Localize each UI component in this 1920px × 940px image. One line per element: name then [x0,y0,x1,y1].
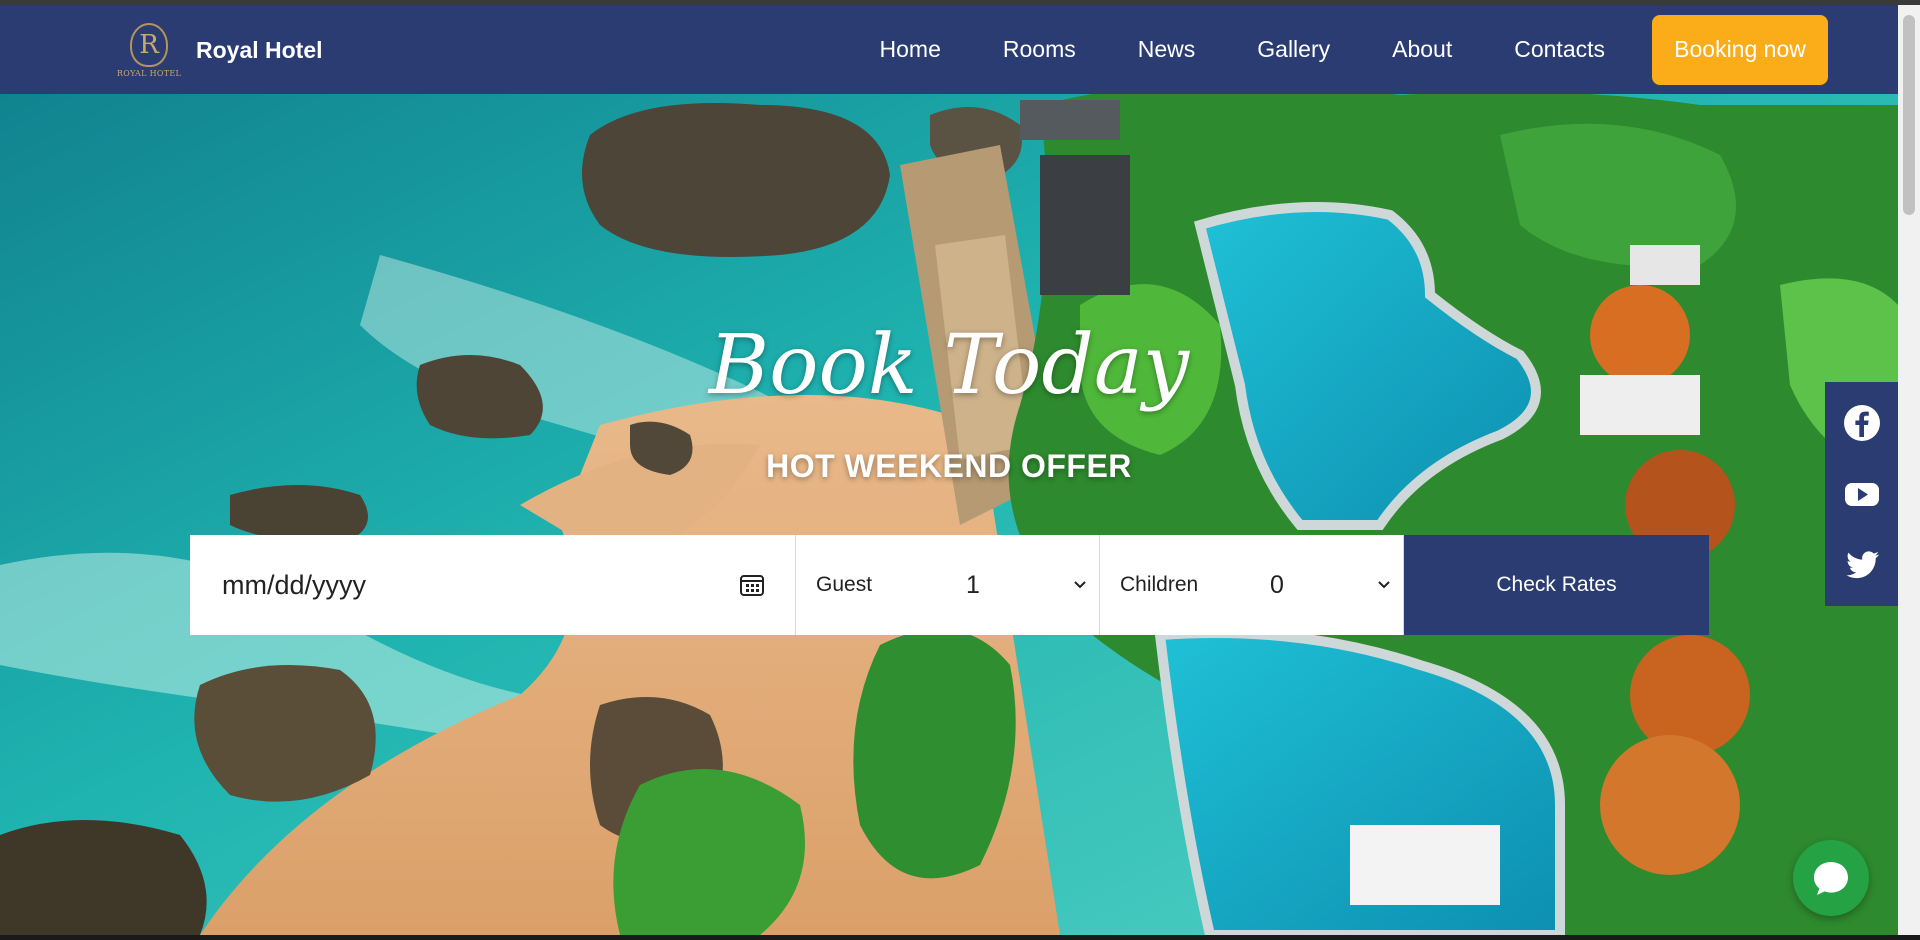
date-input-text[interactable]: mm/dd/yyyy [222,570,366,601]
facebook-icon[interactable] [1842,403,1882,443]
hotel-logo[interactable]: R ROYAL HOTEL [116,23,182,85]
guest-select[interactable]: Guest 1 [796,535,1100,635]
children-select[interactable]: Children 0 [1100,535,1404,635]
guest-label: Guest [816,573,873,596]
chevron-down-icon[interactable] [1377,580,1391,590]
chat-bubble-icon [1814,862,1848,895]
scrollbar-thumb[interactable] [1903,15,1915,215]
nav-news[interactable]: News [1138,36,1196,63]
booking-now-button[interactable]: Booking now [1652,14,1828,85]
date-input[interactable]: mm/dd/yyyy [190,535,796,635]
booking-form: mm/dd/yyyy Guest 1 Children 0 Check Rate… [190,535,1709,635]
twitter-icon[interactable] [1842,545,1882,585]
page-scrollbar[interactable] [1898,5,1920,935]
chat-button[interactable] [1793,840,1869,916]
check-rates-button[interactable]: Check Rates [1404,535,1709,635]
logo-crest-icon: R [130,23,168,67]
logo-caption: ROYAL HOTEL [116,69,182,78]
brand[interactable]: R ROYAL HOTEL Royal Hotel [116,23,323,85]
hero-headline: Book Today [708,318,1190,413]
calendar-icon[interactable] [739,573,765,597]
children-label: Children [1120,573,1199,596]
children-value[interactable]: 0 [1270,571,1377,600]
nav-contacts[interactable]: Contacts [1514,36,1605,63]
top-navbar: R ROYAL HOTEL Royal Hotel Home Rooms New… [0,5,1898,94]
nav-rooms[interactable]: Rooms [1003,36,1076,63]
brand-name[interactable]: Royal Hotel [196,37,323,64]
hero-subheadline: HOT WEEKEND OFFER [766,448,1132,484]
nav-home[interactable]: Home [880,36,941,63]
youtube-icon[interactable] [1842,474,1882,514]
guest-value[interactable]: 1 [966,571,1073,600]
nav-gallery[interactable]: Gallery [1257,36,1330,63]
chevron-down-icon[interactable] [1073,580,1087,590]
nav-about[interactable]: About [1392,36,1452,63]
main-nav: Home Rooms News Gallery About Contacts B… [849,5,1828,94]
social-sidebar [1825,382,1898,606]
